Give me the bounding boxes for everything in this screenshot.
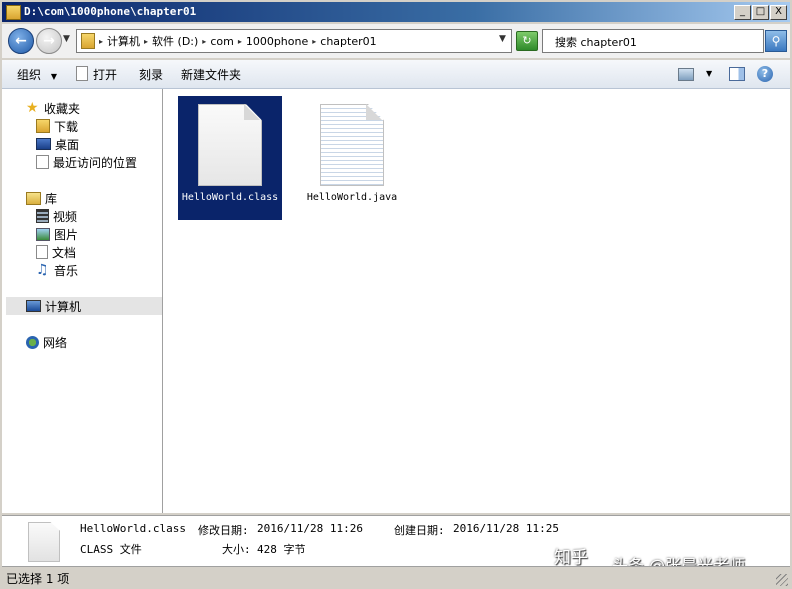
sidebar-item-label: 最近访问的位置 — [53, 155, 138, 170]
details-size-label: 大小: — [222, 543, 251, 556]
details-modified-value: 2016/11/28 11:26 — [257, 522, 363, 535]
desktop-icon — [36, 138, 51, 150]
music-note-icon: ♫ — [36, 262, 49, 278]
sidebar-item-pictures[interactable]: 图片 — [36, 225, 78, 243]
search-input[interactable]: 搜索 chapter01 — [542, 29, 764, 53]
organize-label: 组织 — [17, 68, 42, 82]
sidebar-item-label: 网络 — [43, 335, 68, 350]
back-button[interactable]: ← — [8, 28, 34, 54]
file-list[interactable]: HelloWorld.class HelloWorld.java — [164, 89, 790, 513]
sidebar-item-label: 图片 — [54, 227, 79, 242]
recent-places-icon — [36, 155, 49, 169]
sidebar-item-label: 库 — [45, 191, 58, 206]
breadcrumb-item-computer[interactable]: 计算机 — [107, 33, 140, 49]
network-icon — [26, 335, 39, 349]
view-icon[interactable] — [678, 68, 694, 81]
help-icon[interactable]: ? — [757, 66, 773, 82]
new-folder-button[interactable]: 新建文件夹 — [181, 66, 241, 83]
open-label: 打开 — [93, 68, 118, 82]
chevron-right-icon[interactable]: ▸ — [202, 37, 206, 46]
sidebar-item-label: 计算机 — [45, 299, 82, 314]
file-name: HelloWorld.class — [181, 192, 279, 203]
folder-icon — [6, 5, 21, 20]
library-icon — [26, 191, 41, 205]
sidebar-item-label: 视频 — [53, 209, 78, 224]
resize-grip[interactable] — [776, 574, 788, 586]
sidebar-item-libraries[interactable]: 库 — [26, 189, 57, 207]
document-icon — [76, 66, 88, 81]
sidebar-item-music[interactable]: ♫ 音乐 — [36, 261, 78, 279]
chevron-right-icon[interactable]: ▸ — [238, 37, 242, 46]
chevron-right-icon[interactable]: ▸ — [144, 37, 148, 46]
recent-pages-dropdown-icon[interactable]: ▼ — [63, 34, 70, 44]
breadcrumb-item-1000phone[interactable]: 1000phone — [246, 35, 308, 48]
sidebar-item-label: 文档 — [52, 245, 77, 260]
details-pane: HelloWorld.class 修改日期: 2016/11/28 11:26 … — [2, 515, 790, 575]
breadcrumb-item-drive[interactable]: 软件 (D:) — [152, 33, 198, 49]
sidebar-item-desktop[interactable]: 桌面 — [36, 135, 79, 153]
breadcrumb-item-com[interactable]: com — [210, 35, 234, 48]
search-icon[interactable]: ⚲ — [765, 30, 787, 52]
details-modified-label: 修改日期: — [198, 524, 249, 537]
sidebar-item-favorites[interactable]: ★ 收藏夹 — [26, 99, 80, 117]
document-icon — [36, 245, 48, 259]
preview-pane-icon[interactable] — [729, 67, 745, 81]
class-file-icon — [28, 522, 60, 562]
details-size-value: 428 字节 — [257, 543, 306, 556]
address-history-dropdown-icon[interactable]: ▼ — [499, 34, 506, 44]
minimize-button[interactable]: _ — [734, 5, 751, 20]
breadcrumb: ▸ 计算机 ▸ 软件 (D:) ▸ com ▸ 1000phone ▸ chap… — [99, 33, 377, 49]
organize-menu-button[interactable]: 组织 ▼ — [17, 66, 57, 83]
details-filename: HelloWorld.class — [80, 522, 186, 535]
chevron-right-icon[interactable]: ▸ — [99, 37, 103, 46]
search-placeholder: 搜索 chapter01 — [555, 36, 637, 49]
forward-button[interactable]: → — [36, 28, 62, 54]
computer-icon — [26, 300, 41, 312]
address-bar[interactable]: ▸ 计算机 ▸ 软件 (D:) ▸ com ▸ 1000phone ▸ chap… — [76, 29, 512, 53]
file-item-helloworld-java[interactable]: HelloWorld.java — [300, 96, 404, 220]
sidebar-item-label: 桌面 — [55, 137, 80, 152]
close-button[interactable]: X — [770, 5, 787, 20]
window-title: D:\com\1000phone\chapter01 — [24, 5, 197, 18]
title-bar[interactable]: D:\com\1000phone\chapter01 _ □ X — [2, 2, 790, 22]
sidebar-item-label: 收藏夹 — [44, 101, 81, 116]
sidebar-item-label: 音乐 — [54, 263, 79, 278]
file-name: HelloWorld.java — [306, 192, 398, 203]
details-file-type: CLASS 文件 — [80, 543, 142, 556]
sidebar-item-videos[interactable]: 视频 — [36, 207, 77, 225]
details-created-label: 创建日期: — [394, 524, 445, 537]
navigation-pane: ★ 收藏夹 下载 桌面 最近访问的位置 库 视频 图片 文档 ♫ 音乐 计算机 … — [4, 89, 163, 513]
explorer-window: D:\com\1000phone\chapter01 _ □ X ← → ▼ ▸… — [0, 0, 792, 589]
chevron-down-icon: ▼ — [50, 72, 57, 81]
sidebar-item-documents[interactable]: 文档 — [36, 243, 76, 261]
star-icon: ★ — [26, 100, 39, 116]
refresh-button[interactable]: ↻ — [516, 31, 538, 51]
breadcrumb-item-chapter01[interactable]: chapter01 — [320, 35, 376, 48]
view-options-chevron-down-icon[interactable]: ▼ — [706, 69, 716, 84]
sidebar-item-computer[interactable]: 计算机 — [26, 297, 81, 315]
navigation-bar: ← → ▼ ▸ 计算机 ▸ 软件 (D:) ▸ com ▸ 1000phone … — [2, 24, 790, 58]
maximize-button[interactable]: □ — [752, 5, 769, 20]
chevron-right-icon[interactable]: ▸ — [312, 37, 316, 46]
sidebar-item-network[interactable]: 网络 — [26, 333, 67, 351]
details-created-value: 2016/11/28 11:25 — [453, 522, 559, 535]
file-item-helloworld-class[interactable]: HelloWorld.class — [178, 96, 282, 220]
watermark-zhihu: 知乎 — [554, 548, 588, 568]
downloads-folder-icon — [36, 119, 50, 133]
command-bar: 组织 ▼ 打开 刻录 新建文件夹 ▼ ? — [2, 60, 790, 89]
status-bar: 已选择 1 项 — [2, 566, 790, 588]
folder-icon — [81, 33, 95, 49]
sidebar-item-recent-places[interactable]: 最近访问的位置 — [36, 153, 137, 171]
sidebar-item-downloads[interactable]: 下载 — [36, 117, 78, 135]
sidebar-item-label: 下载 — [54, 119, 79, 134]
content-area: ★ 收藏夹 下载 桌面 最近访问的位置 库 视频 图片 文档 ♫ 音乐 计算机 … — [2, 89, 790, 513]
burn-button[interactable]: 刻录 — [139, 66, 163, 83]
status-text: 已选择 1 项 — [6, 572, 70, 586]
open-button[interactable]: 打开 — [76, 66, 117, 83]
picture-icon — [36, 227, 50, 241]
video-icon — [36, 209, 49, 223]
